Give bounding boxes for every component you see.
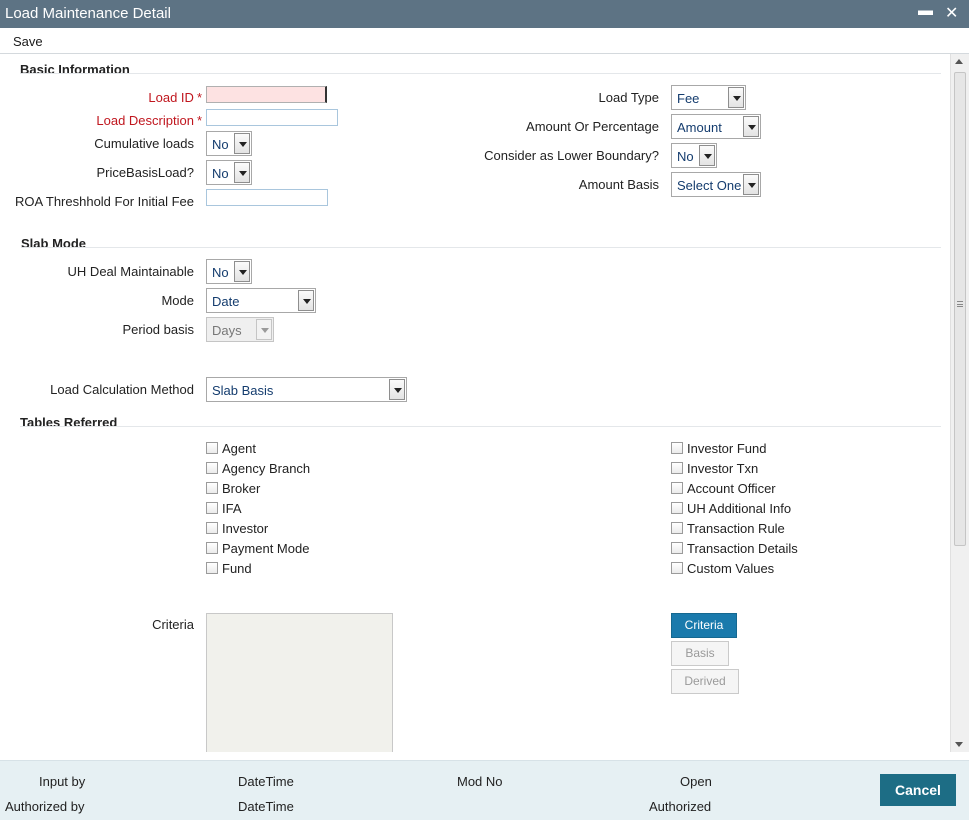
checkbox-investor-fund[interactable]: Investor Fund: [671, 441, 767, 457]
authorized-by-label: Authorized by: [5, 799, 85, 814]
chevron-down-icon: [728, 87, 744, 108]
section-slab-mode: Slab Mode: [21, 236, 87, 251]
cancel-button[interactable]: Cancel: [880, 774, 956, 806]
price-basis-load-select[interactable]: No: [206, 160, 252, 185]
checkbox-box[interactable]: [206, 462, 218, 474]
section-divider: [20, 73, 941, 74]
checkbox-broker[interactable]: Broker: [206, 481, 260, 497]
criteria-button[interactable]: Criteria: [671, 613, 737, 638]
authorized-status-label: Authorized: [649, 799, 712, 814]
amount-or-percentage-label: Amount Or Percentage: [526, 119, 659, 134]
checkbox-box[interactable]: [671, 562, 683, 574]
chevron-down-icon: [234, 162, 250, 183]
input-by-label: Input by: [39, 774, 86, 789]
vertical-scrollbar[interactable]: [950, 54, 969, 752]
mod-no-label: Mod No: [457, 774, 503, 789]
price-basis-load-label: PriceBasisLoad?: [96, 165, 194, 180]
amount-or-percentage-select[interactable]: Amount: [671, 114, 761, 139]
section-basic-information: Basic Information: [20, 62, 130, 77]
cumulative-loads-select[interactable]: No: [206, 131, 252, 156]
derived-button: Derived: [671, 669, 739, 694]
roa-threshold-input[interactable]: [206, 189, 328, 206]
basis-button: Basis: [671, 641, 729, 666]
checkbox-box[interactable]: [671, 482, 683, 494]
period-basis-label: Period basis: [122, 322, 194, 337]
window-title: Load Maintenance Detail: [5, 5, 171, 22]
amount-basis-select[interactable]: Select One: [671, 172, 761, 197]
criteria-label: Criteria: [152, 617, 194, 632]
load-id-label: Load ID *: [148, 90, 202, 105]
grip-icon: [957, 301, 963, 307]
load-calculation-method-select[interactable]: Slab Basis: [206, 377, 407, 402]
checkbox-investor[interactable]: Investor: [206, 521, 268, 537]
checkbox-uh-additional-info[interactable]: UH Additional Info: [671, 501, 791, 517]
roa-threshold-label: ROA Threshhold For Initial Fee: [15, 194, 194, 209]
checkbox-payment-mode[interactable]: Payment Mode: [206, 541, 309, 557]
chevron-down-icon: [743, 174, 759, 195]
checkbox-transaction-details[interactable]: Transaction Details: [671, 541, 798, 557]
checkbox-investor-txn[interactable]: Investor Txn: [671, 461, 758, 477]
cumulative-loads-label: Cumulative loads: [94, 136, 194, 151]
mode-select[interactable]: Date: [206, 288, 316, 313]
chevron-down-icon: [699, 145, 715, 166]
lower-boundary-label: Consider as Lower Boundary?: [484, 148, 659, 163]
chevron-down-icon: [743, 116, 759, 137]
load-type-label: Load Type: [598, 90, 659, 105]
checkbox-box[interactable]: [206, 502, 218, 514]
section-tables-referred: Tables Referred: [20, 415, 118, 430]
section-divider: [20, 426, 941, 427]
checkbox-box[interactable]: [671, 542, 683, 554]
uh-deal-maintainable-label: UH Deal Maintainable: [67, 264, 194, 279]
checkbox-agent[interactable]: Agent: [206, 441, 256, 457]
window-titlebar: Load Maintenance Detail ▬ ✕: [0, 0, 969, 28]
checkbox-box[interactable]: [206, 482, 218, 494]
chevron-down-icon: [298, 290, 314, 311]
checkbox-custom-values[interactable]: Custom Values: [671, 561, 774, 577]
close-icon[interactable]: ✕: [945, 3, 958, 23]
scrollbar-thumb[interactable]: [954, 72, 966, 546]
checkbox-box[interactable]: [671, 502, 683, 514]
criteria-textarea[interactable]: [206, 613, 393, 752]
load-description-label: Load Description *: [96, 113, 202, 128]
checkbox-fund[interactable]: Fund: [206, 561, 252, 577]
toolbar: Save: [0, 28, 969, 54]
lower-boundary-select[interactable]: No: [671, 143, 717, 168]
checkbox-account-officer[interactable]: Account Officer: [671, 481, 776, 497]
chevron-down-icon: [234, 261, 250, 282]
period-basis-select: Days: [206, 317, 274, 342]
minimize-icon[interactable]: ▬: [918, 2, 933, 19]
checkbox-ifa[interactable]: IFA: [206, 501, 242, 517]
checkbox-agency-branch[interactable]: Agency Branch: [206, 461, 310, 477]
load-type-select[interactable]: Fee: [671, 85, 746, 110]
input-datetime-label: DateTime: [238, 774, 294, 789]
load-description-input[interactable]: [206, 109, 338, 126]
chevron-down-icon: [256, 319, 272, 340]
checkbox-box[interactable]: [206, 442, 218, 454]
scroll-down-icon[interactable]: [955, 742, 963, 747]
chevron-down-icon: [389, 379, 405, 400]
checkbox-transaction-rule[interactable]: Transaction Rule: [671, 521, 785, 537]
load-calculation-method-label: Load Calculation Method: [50, 382, 194, 397]
checkbox-box[interactable]: [206, 522, 218, 534]
checkbox-box[interactable]: [206, 562, 218, 574]
section-divider: [21, 247, 941, 248]
checkbox-box[interactable]: [671, 522, 683, 534]
load-id-input[interactable]: [206, 86, 327, 103]
chevron-down-icon: [234, 133, 250, 154]
authorized-datetime-label: DateTime: [238, 799, 294, 814]
mode-label: Mode: [161, 293, 194, 308]
checkbox-box[interactable]: [206, 542, 218, 554]
save-button[interactable]: Save: [13, 34, 43, 49]
form-content: Basic Information Load ID * Load Descript…: [0, 55, 950, 752]
checkbox-box[interactable]: [671, 442, 683, 454]
scroll-up-icon[interactable]: [955, 59, 963, 64]
checkbox-box[interactable]: [671, 462, 683, 474]
uh-deal-maintainable-select[interactable]: No: [206, 259, 252, 284]
audit-footer: Input by DateTime Mod No Open Authorized…: [0, 760, 969, 820]
amount-basis-label: Amount Basis: [578, 177, 659, 192]
open-status-label: Open: [680, 774, 712, 789]
